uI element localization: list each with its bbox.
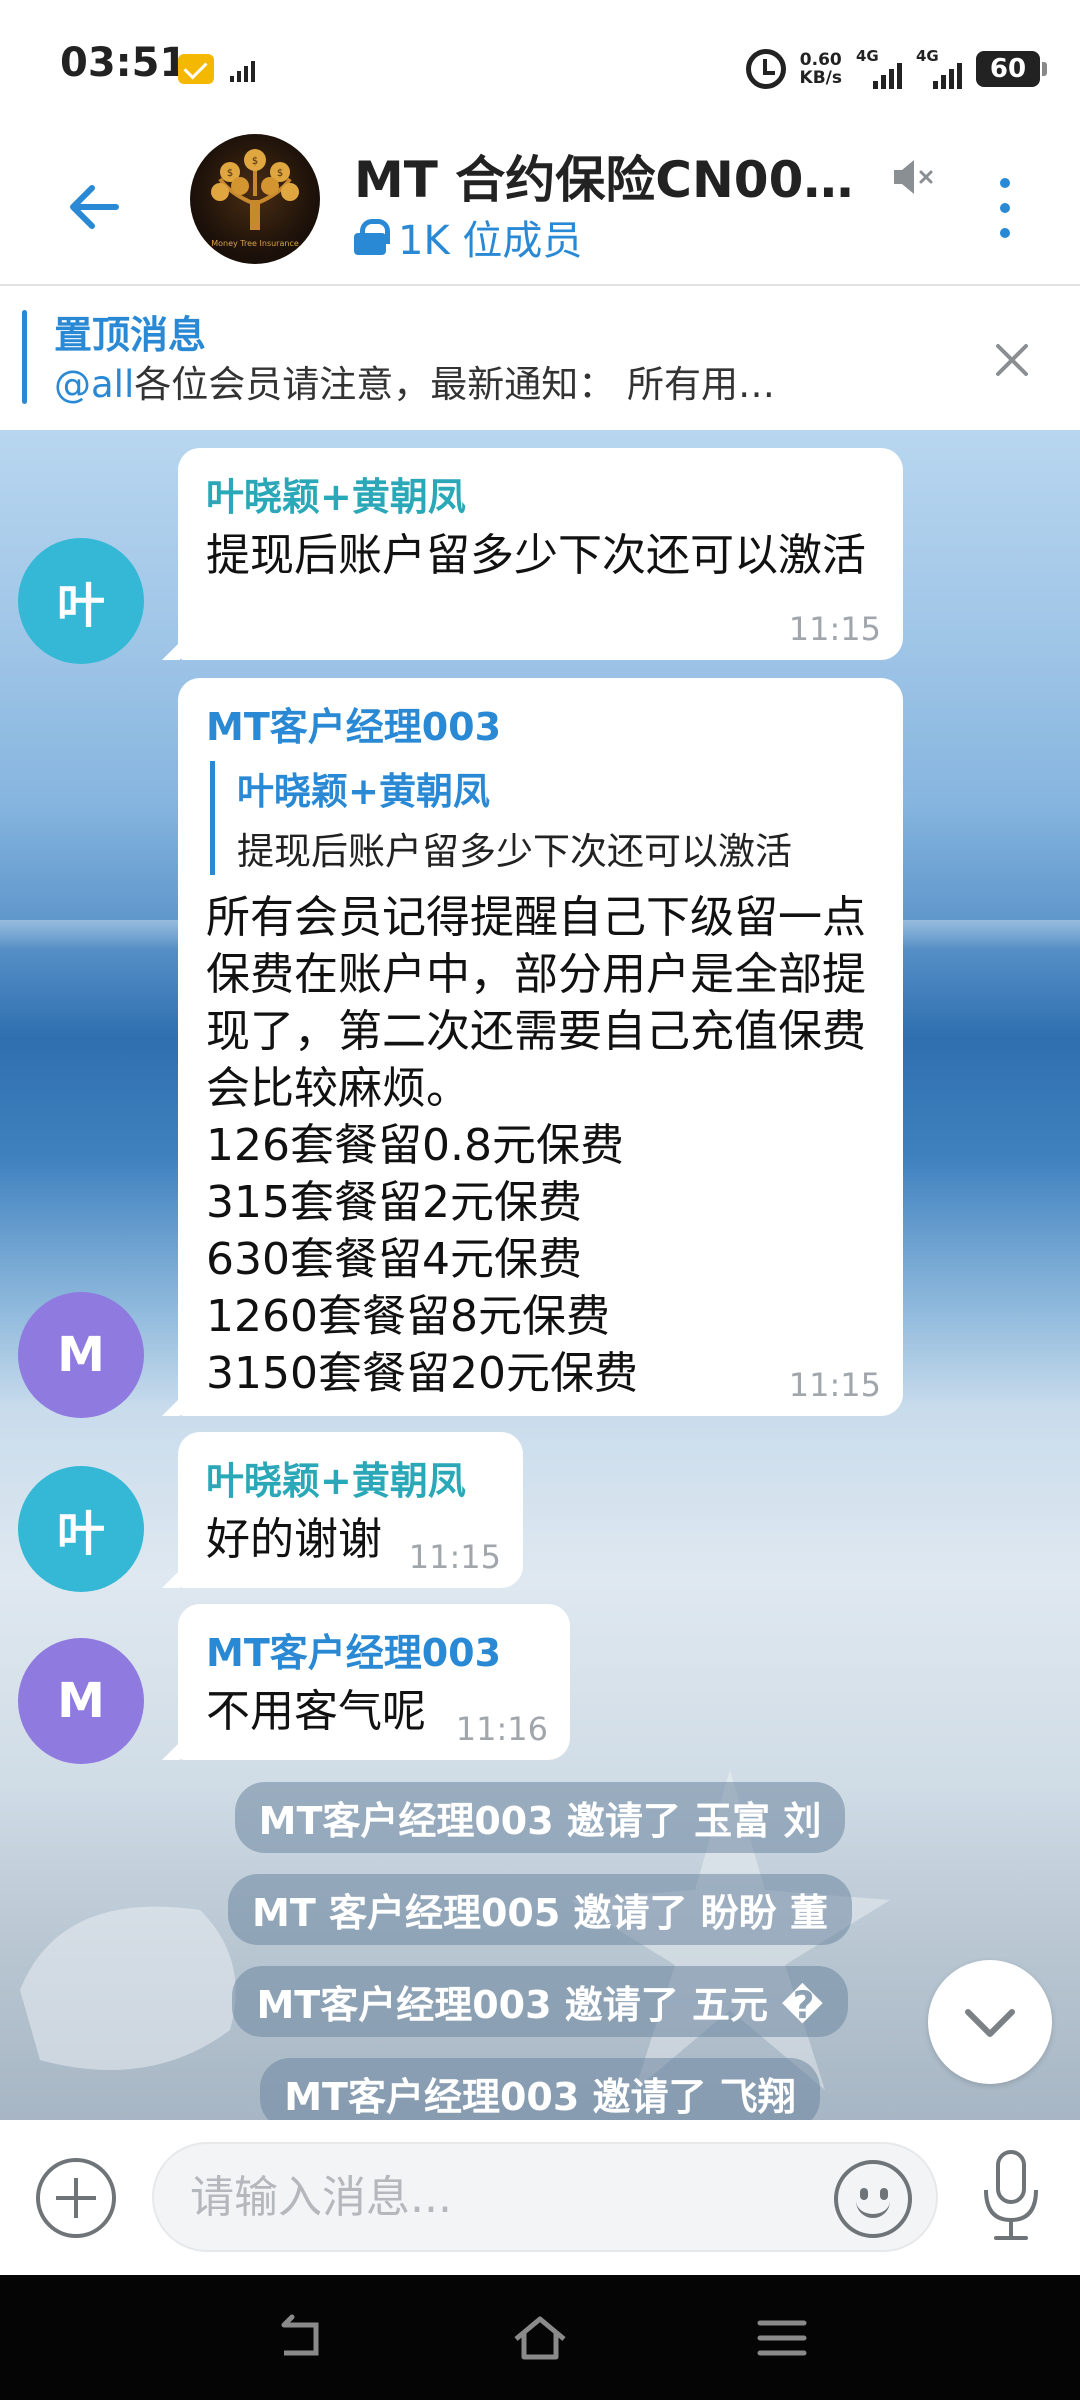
mute-icon xyxy=(894,160,933,194)
member-count[interactable]: 1K 位成员 xyxy=(354,208,582,266)
service-message-text: MT 客户经理005 邀请了 盼盼 董 xyxy=(228,1874,852,1945)
scroll-to-bottom-button[interactable] xyxy=(928,1960,1052,2084)
service-message-text: MT客户经理003 邀请了 飞翔 xyxy=(260,2058,820,2120)
service-message: MT客户经理003 邀请了 飞翔 xyxy=(0,2058,1080,2120)
net-speed: 0.60 KB/s xyxy=(800,51,842,87)
chat-area[interactable]: 叶 叶晓颖+黄朝凤 提现后账户留多少下次还可以激活 11:15 M MT客户经理… xyxy=(0,430,1080,2120)
nav-menu-icon[interactable] xyxy=(752,2311,812,2365)
sender-name[interactable]: MT客户经理003 xyxy=(206,1622,542,1677)
message-line: 630套餐留4元保费 xyxy=(206,1234,582,1285)
money-tree-logo-icon: $ $ $ Money Tree Insurance xyxy=(211,149,299,248)
nav-home-icon[interactable] xyxy=(510,2311,570,2365)
nav-back-icon[interactable] xyxy=(270,2311,330,2365)
chat-title[interactable]: MT 合约保险CN006… xyxy=(354,140,874,212)
message-line: 315套餐留2元保费 xyxy=(206,1177,582,1228)
pinned-message-bar[interactable]: 置顶消息 @all各位会员请注意，最新通知： 所有用… xyxy=(0,284,1080,430)
message-bubble[interactable]: 叶晓颖+黄朝凤 提现后账户留多少下次还可以激活 11:15 xyxy=(162,448,903,660)
message-line: 所有会员记得提醒自己下级留一点保费在账户中，部分用户是全部提现了，第二次还需要自… xyxy=(206,892,866,1114)
lock-icon xyxy=(354,219,390,255)
pinned-indicator xyxy=(22,310,27,404)
message-bubble[interactable]: MT客户经理003 不用客气呢 11:16 xyxy=(162,1604,570,1760)
pinned-mention: @all xyxy=(54,363,135,406)
net-speed-unit: KB/s xyxy=(799,68,842,88)
sim1-signal-icon: 4G xyxy=(856,47,902,89)
avatar-letter: 叶 xyxy=(56,578,105,634)
message-field[interactable] xyxy=(152,2142,938,2252)
message-text: 提现后账户留多少下次还可以激活 xyxy=(206,530,866,581)
avatar-letter: M xyxy=(57,1327,105,1383)
service-message-text: MT客户经理003 邀请了 玉富 刘 xyxy=(234,1782,846,1853)
svg-text:$: $ xyxy=(227,168,233,179)
service-message-text: MT客户经理003 邀请了 五元 � xyxy=(232,1966,848,2037)
service-message: MT客户经理003 邀请了 玉富 刘 xyxy=(0,1782,1080,1853)
signal-notification-icon xyxy=(230,61,255,82)
group-avatar[interactable]: $ $ $ Money Tree Insurance xyxy=(190,134,320,264)
message-line: 3150套餐留20元保费 xyxy=(206,1348,638,1399)
mic-icon[interactable] xyxy=(976,2146,1046,2246)
chevron-down-icon xyxy=(965,2009,1015,2037)
composer-bar xyxy=(0,2120,1080,2275)
message-input[interactable] xyxy=(190,2144,750,2250)
plus-icon[interactable] xyxy=(36,2158,116,2238)
service-message: MT客户经理003 邀请了 五元 � xyxy=(0,1966,1080,2037)
pinned-text: @all各位会员请注意，最新通知： 所有用… xyxy=(54,354,894,408)
system-nav-bar xyxy=(0,2275,1080,2400)
battery-icon: 60 xyxy=(976,51,1047,87)
message-line: 1260套餐留8元保费 xyxy=(206,1291,610,1342)
avatar[interactable]: 叶 xyxy=(18,538,144,664)
message-time: 11:15 xyxy=(408,1538,501,1576)
message-line: 126套餐留0.8元保费 xyxy=(206,1120,624,1171)
sender-name[interactable]: MT客户经理003 xyxy=(206,696,875,751)
message-bubble[interactable]: 叶晓颖+黄朝凤 好的谢谢 11:15 xyxy=(162,1432,523,1588)
sim2-signal-icon: 4G xyxy=(916,47,962,89)
member-count-label: 1K 位成员 xyxy=(398,218,583,264)
message-text: 所有会员记得提醒自己下级留一点保费在账户中，部分用户是全部提现了，第二次还需要自… xyxy=(206,889,875,1402)
message-time: 11:15 xyxy=(788,1366,881,1404)
logo-caption: Money Tree Insurance xyxy=(211,239,299,248)
alarm-icon xyxy=(745,49,786,89)
more-vert-icon[interactable] xyxy=(990,168,1020,248)
avatar-letter: 叶 xyxy=(56,1506,105,1562)
notification-mail-icon xyxy=(178,54,214,84)
message-bubble[interactable]: MT客户经理003 叶晓颖+黄朝凤 提现后账户留多少下次还可以激活 所有会员记得… xyxy=(162,678,903,1416)
status-icons: 0.60 KB/s 4G 4G 60 xyxy=(745,44,1047,94)
battery-level: 60 xyxy=(989,54,1027,84)
pinned-title: 置顶消息 xyxy=(54,313,207,357)
avatar[interactable]: M xyxy=(18,1638,144,1764)
pinned-body: 各位会员请注意，最新通知： 所有用… xyxy=(134,363,775,406)
message-time: 11:16 xyxy=(455,1710,548,1748)
emoji-icon[interactable] xyxy=(834,2160,912,2238)
svg-text:$: $ xyxy=(277,168,283,179)
quote-name: 叶晓颖+黄朝凤 xyxy=(237,770,491,813)
net-speed-value: 0.60 xyxy=(799,50,842,70)
avatar-letter: M xyxy=(57,1673,105,1729)
reply-quote[interactable]: 叶晓颖+黄朝凤 提现后账户留多少下次还可以激活 xyxy=(210,761,875,875)
sim1-label: 4G xyxy=(856,47,879,65)
avatar[interactable]: 叶 xyxy=(18,1466,144,1592)
chat-header: $ $ $ Money Tree Insurance MT 合约保险CN006…… xyxy=(0,130,1080,282)
close-icon[interactable] xyxy=(990,338,1034,382)
quote-text: 提现后账户留多少下次还可以激活 xyxy=(237,830,792,873)
message-time: 11:15 xyxy=(788,610,881,648)
sim2-label: 4G xyxy=(916,47,939,65)
svg-text:$: $ xyxy=(252,156,258,167)
sender-name[interactable]: 叶晓颖+黄朝凤 xyxy=(206,1450,495,1505)
sender-name[interactable]: 叶晓颖+黄朝凤 xyxy=(206,466,875,521)
service-message: MT 客户经理005 邀请了 盼盼 董 xyxy=(0,1874,1080,1945)
status-time: 03:51 xyxy=(60,40,188,86)
avatar[interactable]: M xyxy=(18,1292,144,1418)
back-arrow-icon[interactable] xyxy=(60,172,130,242)
status-bar: 03:51 0.60 KB/s 4G 4G 60 xyxy=(0,0,1080,130)
